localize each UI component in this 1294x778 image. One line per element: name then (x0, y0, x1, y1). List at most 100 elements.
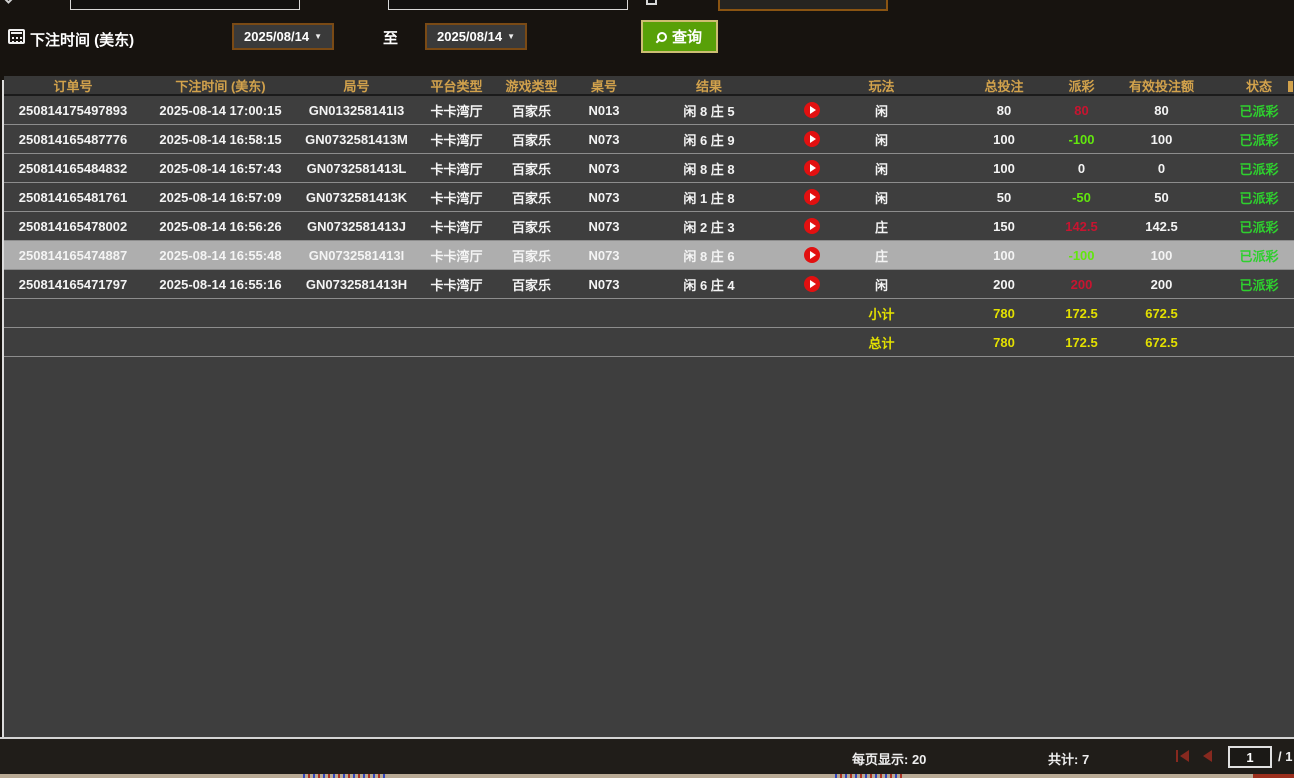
cell-totalbet: 50 (914, 190, 1049, 205)
cell-order: 250814165478002 (4, 219, 142, 234)
date-to-picker[interactable]: 2025/08/14 ▼ (425, 23, 527, 50)
cell-validbet: 672.5 (1114, 306, 1209, 321)
cell-time: 2025-08-14 16:57:09 (142, 190, 299, 205)
cell-order: 250814165484832 (4, 161, 142, 176)
play-video-button[interactable] (804, 276, 820, 292)
background-specks (303, 774, 388, 778)
cell-game: 百家乐 (499, 188, 564, 207)
cell-totalbet: 100 (914, 132, 1049, 147)
column-header-playtype: 玩法 (849, 76, 914, 95)
first-page-button[interactable] (1176, 750, 1190, 762)
table-row[interactable]: 2508141654817612025-08-14 16:57:09GN0732… (4, 183, 1294, 212)
table-row[interactable]: 2508141754978932025-08-14 17:00:15GN0132… (4, 96, 1294, 125)
cell-platform: 卡卡湾厅 (414, 275, 499, 294)
cell-round: GN013258141I3 (299, 103, 414, 118)
table-row[interactable]: 2508141654748872025-08-14 16:55:48GN0732… (4, 241, 1294, 270)
table-empty-area (4, 357, 1294, 737)
date-from-value: 2025/08/14 (244, 29, 309, 44)
date-from-picker[interactable]: 2025/08/14 ▼ (232, 23, 334, 50)
cell-playtype: 闲 (849, 159, 914, 178)
column-header-tableno: 桌号 (564, 76, 644, 95)
table-row[interactable]: 2508141654780022025-08-14 16:56:26GN0732… (4, 212, 1294, 241)
cell-time: 2025-08-14 16:58:15 (142, 132, 299, 147)
cell-totalbet: 780 (914, 335, 1049, 350)
per-page-label: 每页显示: 20 (852, 749, 926, 768)
play-video-button[interactable] (804, 218, 820, 234)
search-icon (655, 29, 669, 43)
cell-play (774, 160, 849, 177)
cell-platform: 卡卡湾厅 (414, 217, 499, 236)
cell-order: 250814165471797 (4, 277, 142, 292)
pagination-bar: 每页显示: 20 共计: 7 / 1 (0, 737, 1294, 774)
cell-status: 已派彩 (1209, 188, 1294, 207)
cell-status: 已派彩 (1209, 275, 1294, 294)
cell-tableno: N013 (564, 103, 644, 118)
cell-game: 百家乐 (499, 101, 564, 120)
cell-payout: 200 (1049, 277, 1114, 292)
cell-tableno: N073 (564, 248, 644, 263)
cell-validbet: 100 (1114, 132, 1209, 147)
cell-playtype: 闲 (849, 101, 914, 120)
clipped-checkbox-icon[interactable] (646, 0, 657, 5)
date-to-value: 2025/08/14 (437, 29, 502, 44)
play-video-button[interactable] (804, 247, 820, 263)
chevron-down-icon: ▼ (314, 32, 322, 41)
diamond-icon (2, 0, 15, 4)
cell-playtype: 闲 (849, 188, 914, 207)
cell-payout: 172.5 (1049, 306, 1114, 321)
play-icon (810, 251, 816, 259)
cell-playtype: 闲 (849, 275, 914, 294)
play-icon (810, 106, 816, 114)
cell-status: 已派彩 (1209, 159, 1294, 178)
cell-time: 2025-08-14 16:55:16 (142, 277, 299, 292)
column-header-time: 下注时间 (美东) (142, 76, 299, 95)
cell-time: 2025-08-14 17:00:15 (142, 103, 299, 118)
cell-play (774, 218, 849, 235)
bet-records-page: 1:全部 ▼ 下注时间 (美东) 2025/08/14 ▼ 至 2025/08/… (0, 0, 1294, 778)
cell-time: 2025-08-14 16:56:26 (142, 219, 299, 234)
play-icon (810, 222, 816, 230)
cell-totalbet: 80 (914, 103, 1049, 118)
first-page-bar (1176, 750, 1178, 762)
cell-result: 闲 8 庄 8 (644, 159, 774, 178)
column-header-validbet: 有效投注额 (1114, 76, 1209, 95)
clipped-text-input-1[interactable] (70, 0, 300, 10)
table-row[interactable]: 2508141654717972025-08-14 16:55:16GN0732… (4, 270, 1294, 299)
cell-play (774, 131, 849, 148)
search-button[interactable]: 查询 (641, 20, 718, 53)
cell-tableno: N073 (564, 161, 644, 176)
cell-time: 2025-08-14 16:57:43 (142, 161, 299, 176)
cell-platform: 卡卡湾厅 (414, 188, 499, 207)
play-video-button[interactable] (804, 160, 820, 176)
calendar-icon (8, 29, 25, 44)
page-number-input[interactable] (1228, 746, 1272, 768)
cell-validbet: 672.5 (1114, 335, 1209, 350)
table-left-border (2, 80, 4, 737)
filter-dropdown[interactable]: 1:全部 ▼ (718, 0, 888, 11)
play-video-button[interactable] (804, 131, 820, 147)
table-header-row: 订单号下注时间 (美东)局号平台类型游戏类型桌号结果玩法总投注派彩有效投注额状态 (4, 76, 1294, 96)
play-video-button[interactable] (804, 189, 820, 205)
column-header-totalbet: 总投注 (914, 76, 1049, 95)
clipped-text-input-2[interactable] (388, 0, 628, 10)
search-button-label: 查询 (672, 26, 702, 47)
cell-time: 2025-08-14 16:55:48 (142, 248, 299, 263)
cell-round: GN0732581413H (299, 277, 414, 292)
cell-validbet: 100 (1114, 248, 1209, 263)
cell-game: 百家乐 (499, 159, 564, 178)
background-specks (835, 774, 905, 778)
play-video-button[interactable] (804, 102, 820, 118)
bet-time-label: 下注时间 (美东) (30, 29, 134, 50)
cell-tableno: N073 (564, 132, 644, 147)
prev-page-button[interactable] (1203, 750, 1213, 762)
cell-game: 百家乐 (499, 275, 564, 294)
cell-payout: -100 (1049, 248, 1114, 263)
play-icon (810, 193, 816, 201)
cell-result: 闲 1 庄 8 (644, 188, 774, 207)
cell-play (774, 247, 849, 264)
table-row[interactable]: 2508141654877762025-08-14 16:58:15GN0732… (4, 125, 1294, 154)
play-icon (810, 135, 816, 143)
table-body: 2508141754978932025-08-14 17:00:15GN0132… (4, 96, 1294, 357)
column-header-result: 结果 (644, 76, 774, 95)
table-row[interactable]: 2508141654848322025-08-14 16:57:43GN0732… (4, 154, 1294, 183)
